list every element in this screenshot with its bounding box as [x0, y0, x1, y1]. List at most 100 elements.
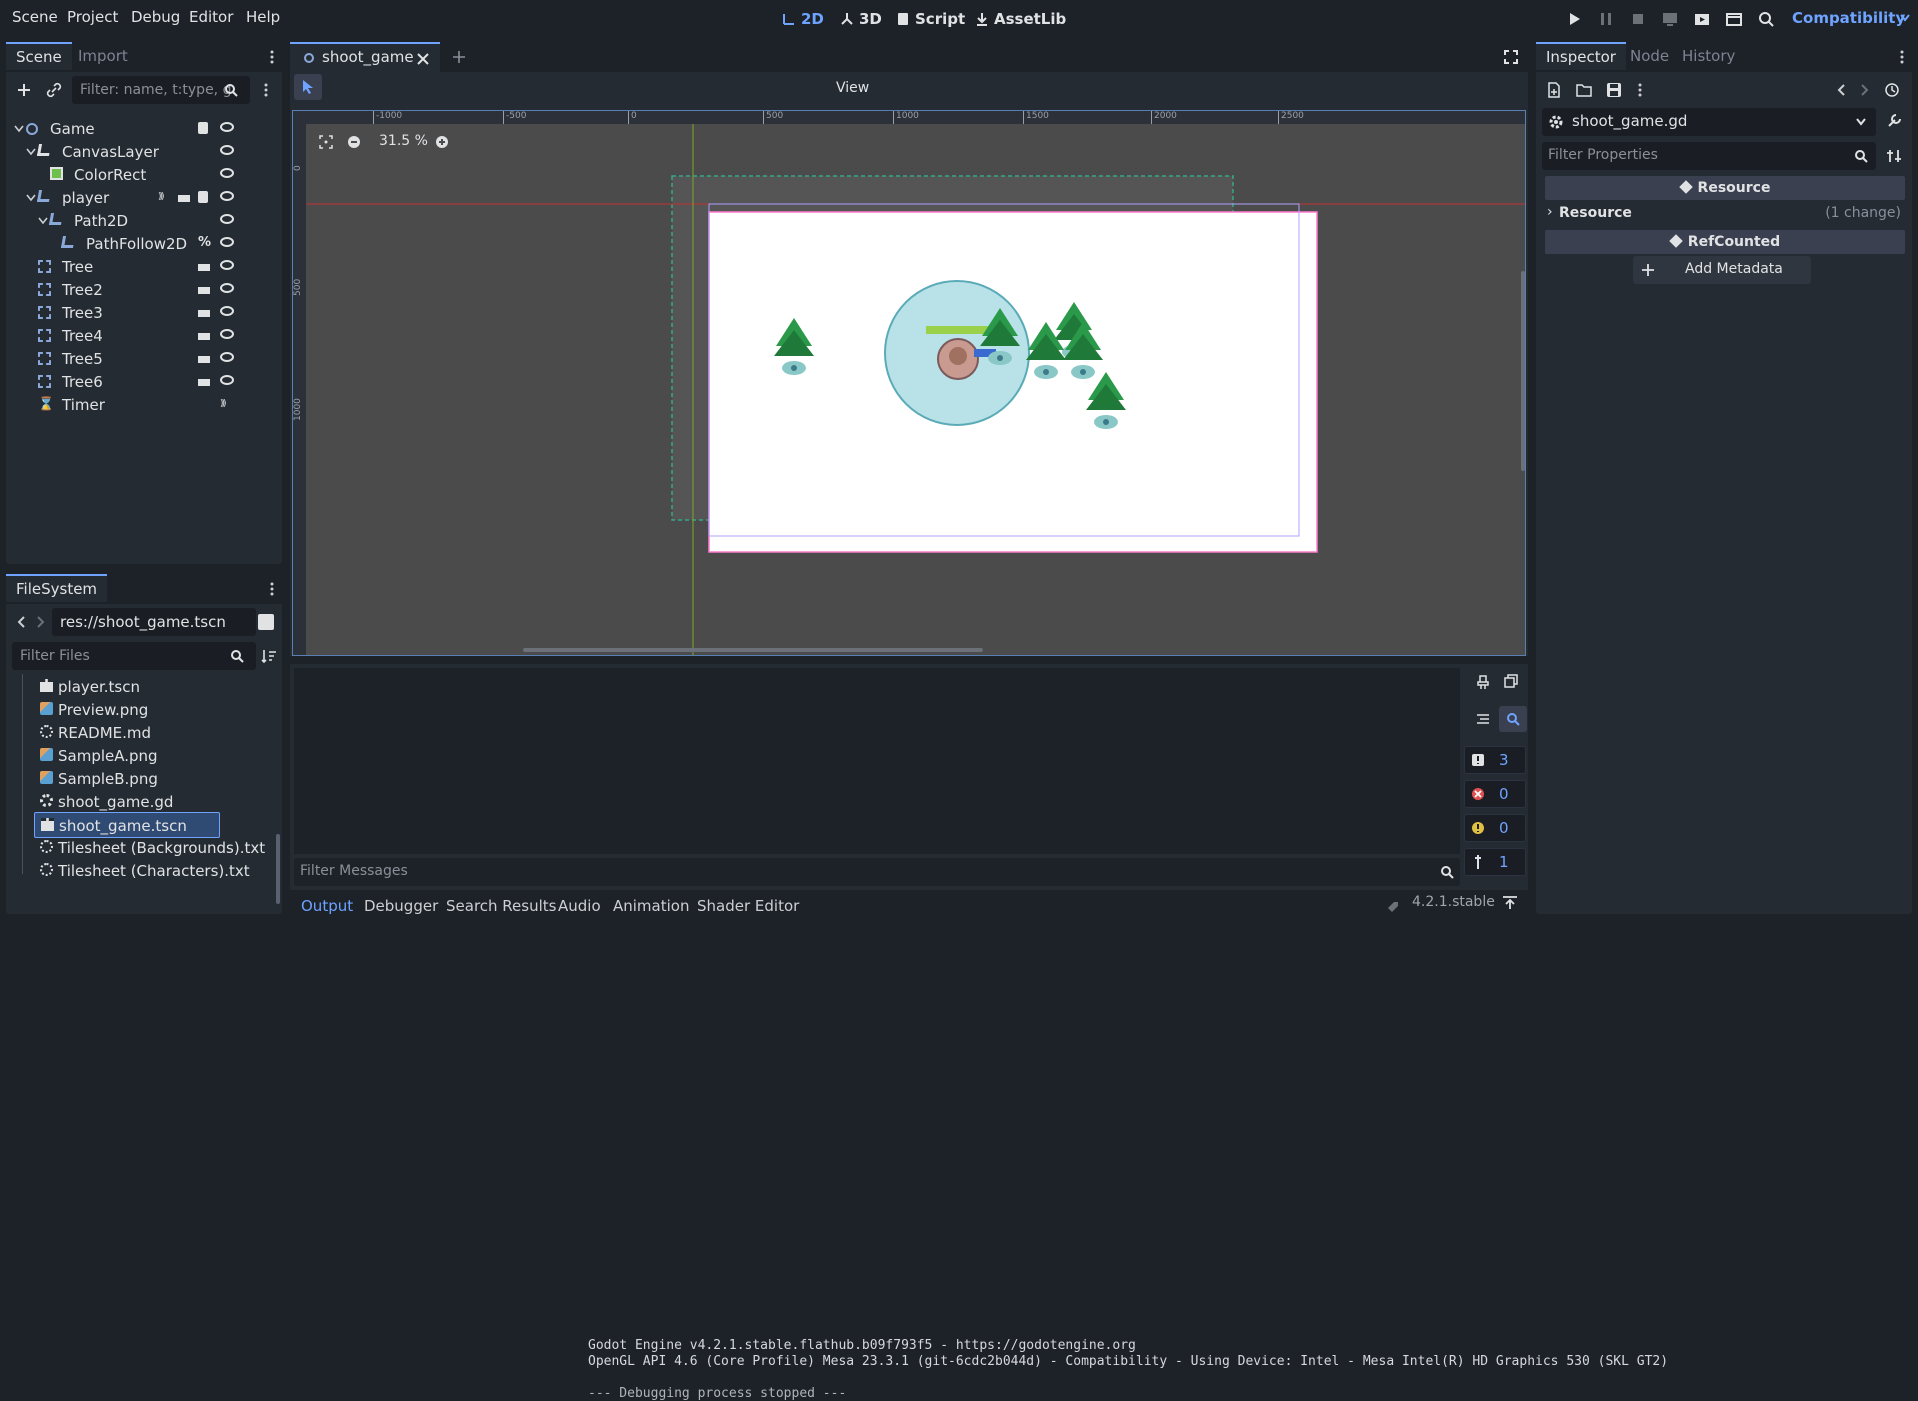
select-tool-button[interactable] — [294, 74, 322, 100]
back-icon[interactable] — [16, 616, 26, 628]
collapse-arrow-icon[interactable] — [14, 125, 24, 133]
copy-icon[interactable] — [1504, 674, 1518, 688]
add-node-icon[interactable] — [16, 82, 32, 98]
chevron-down-icon[interactable] — [1900, 14, 1910, 22]
filter-files-input[interactable]: Filter Files — [12, 642, 256, 670]
menu-help[interactable]: Help — [246, 8, 280, 26]
filter-messages-input[interactable]: Filter Messages — [294, 858, 1460, 886]
renderer-select[interactable]: Compatibility — [1792, 9, 1905, 27]
view-menu[interactable]: View — [836, 80, 869, 96]
visibility-eye-icon[interactable] — [220, 375, 234, 385]
visibility-eye-icon[interactable] — [220, 352, 234, 362]
sort-icon[interactable] — [261, 648, 277, 664]
tab-history[interactable]: History — [1672, 42, 1745, 70]
tab-animation[interactable]: Animation — [613, 897, 689, 915]
file-item[interactable]: Tilesheet (Characters).txt — [34, 858, 264, 884]
toggle-split-icon[interactable] — [258, 614, 274, 630]
script-icon[interactable] — [198, 122, 208, 134]
script-icon[interactable] — [198, 191, 208, 203]
viewport-vscroll[interactable] — [1521, 271, 1525, 471]
visibility-eye-icon[interactable] — [220, 329, 234, 339]
collapse-arrow-icon[interactable] — [26, 194, 36, 202]
clapper-icon[interactable] — [198, 284, 210, 294]
resource-selector[interactable]: shoot_game.gd — [1542, 108, 1876, 136]
expand-panel-icon[interactable] — [1502, 896, 1518, 910]
open-folder-icon[interactable] — [1576, 82, 1592, 98]
clapper-icon[interactable] — [198, 330, 210, 340]
signal-icon[interactable]: ))) — [158, 191, 170, 203]
dock-menu-icon[interactable] — [270, 50, 274, 64]
menu-scene[interactable]: Scene — [12, 8, 58, 26]
signal-icon[interactable]: ))) — [220, 398, 232, 410]
pause-icon[interactable] — [1596, 9, 1616, 29]
visibility-eye-icon[interactable] — [220, 122, 234, 132]
history-forward-icon[interactable] — [1860, 84, 1870, 96]
object-history-icon[interactable] — [1884, 82, 1900, 98]
visibility-eye-icon[interactable] — [220, 306, 234, 316]
remote-debug-icon[interactable] — [1660, 9, 1680, 29]
visibility-eye-icon[interactable] — [220, 145, 234, 155]
play-scene-icon[interactable] — [1692, 9, 1712, 29]
visibility-eye-icon[interactable] — [220, 237, 234, 247]
tab-shoot-game[interactable]: shoot_game — [290, 42, 440, 72]
clapper-icon[interactable] — [198, 353, 210, 363]
clapper-icon[interactable] — [198, 376, 210, 386]
viewport-hscroll[interactable] — [523, 648, 983, 652]
tab-shader-editor[interactable]: Shader Editor — [697, 897, 799, 915]
fullscreen-icon[interactable] — [1504, 50, 1518, 64]
errors-filter-toggle[interactable]: 0 — [1464, 780, 1526, 808]
close-icon[interactable] — [417, 53, 429, 65]
save-icon[interactable] — [1606, 82, 1622, 98]
workspace-2d-button[interactable]: 2D — [782, 10, 824, 28]
movie-maker-icon[interactable] — [1756, 9, 1776, 29]
clear-output-icon[interactable] — [1476, 674, 1490, 690]
forward-icon[interactable] — [36, 616, 46, 628]
collapse-duplicates-icon[interactable] — [1476, 713, 1490, 725]
warnings-filter-toggle[interactable]: 0 — [1464, 814, 1526, 842]
filesystem-scrollbar[interactable] — [276, 834, 280, 904]
visibility-eye-icon[interactable] — [220, 168, 234, 178]
new-resource-icon[interactable] — [1546, 82, 1562, 98]
percent-icon[interactable]: % — [198, 236, 211, 249]
inspector-settings-icon[interactable] — [1886, 113, 1902, 129]
menu-project[interactable]: Project — [67, 8, 118, 26]
workspace-3d-button[interactable]: 3D — [840, 10, 882, 28]
add-tab-icon[interactable] — [452, 50, 466, 64]
play-icon[interactable] — [1564, 9, 1584, 29]
visibility-eye-icon[interactable] — [220, 260, 234, 270]
clapper-icon[interactable] — [198, 307, 210, 317]
collapse-arrow-icon[interactable] — [38, 217, 48, 225]
viewport[interactable]: -1000 -500 0 500 1000 1500 2000 2500 0 500 1000 3… — [292, 110, 1526, 656]
stop-icon[interactable] — [1628, 9, 1648, 29]
clapper-icon[interactable] — [198, 261, 210, 271]
scene-node-timer[interactable]: ⌛ Timer))) — [12, 392, 282, 418]
resource-property-row[interactable]: › Resource (1 change) — [1545, 202, 1905, 226]
workspace-script-button[interactable]: Script — [896, 10, 965, 28]
tab-inspector[interactable]: Inspector — [1536, 42, 1626, 70]
add-metadata-button[interactable]: Add Metadata — [1633, 256, 1811, 284]
clapper-icon[interactable] — [178, 192, 190, 202]
history-back-icon[interactable] — [1836, 84, 1846, 96]
tab-audio[interactable]: Audio — [558, 897, 601, 915]
scene-options-icon[interactable] — [264, 83, 268, 97]
filesystem-path-input[interactable]: res://shoot_game.tscn — [52, 608, 256, 636]
menu-editor[interactable]: Editor — [189, 8, 233, 26]
info-filter-toggle[interactable]: 1 — [1464, 848, 1526, 876]
tab-debugger[interactable]: Debugger — [364, 897, 438, 915]
tab-scene[interactable]: Scene — [6, 42, 72, 70]
filter-properties-input[interactable]: Filter Properties — [1542, 142, 1876, 170]
visibility-eye-icon[interactable] — [220, 214, 234, 224]
tab-output[interactable]: Output — [301, 897, 353, 915]
output-log[interactable] — [294, 668, 1460, 854]
tab-search-results[interactable]: Search Results — [446, 897, 556, 915]
visibility-eye-icon[interactable] — [220, 191, 234, 201]
property-options-icon[interactable] — [1886, 148, 1902, 164]
visibility-eye-icon[interactable] — [220, 283, 234, 293]
play-custom-scene-icon[interactable] — [1724, 9, 1744, 29]
collapse-arrow-icon[interactable] — [26, 148, 36, 156]
dock-menu-icon[interactable] — [270, 582, 274, 596]
resource-options-icon[interactable] — [1638, 83, 1642, 97]
link-icon[interactable] — [46, 82, 62, 98]
tab-import[interactable]: Import — [68, 42, 138, 70]
dock-menu-icon[interactable] — [1900, 50, 1904, 64]
